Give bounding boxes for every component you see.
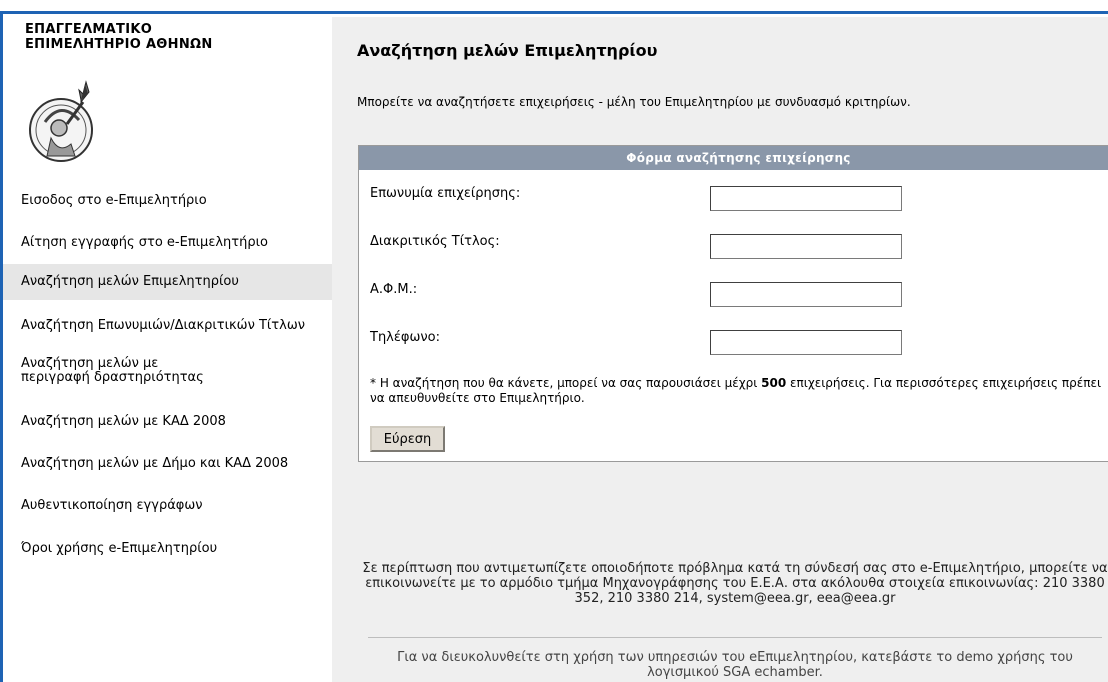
search-limit-note: * Η αναζήτηση που θα κάνετε, μπορεί να σ… — [370, 376, 1108, 406]
phone-input[interactable] — [710, 330, 902, 355]
afm-label: Α.Φ.Μ.: — [370, 282, 418, 297]
contact-info-text: Σε περίπτωση που αντιμετωπίζετε οποιοδήπ… — [362, 561, 1108, 606]
top-border — [0, 0, 1108, 14]
search-form: Φόρμα αναζήτησης επιχείρησης Επωνυμία επ… — [358, 145, 1108, 462]
note-limit-number: 500 — [761, 376, 787, 390]
sidebar-item-title-search[interactable]: Αναζήτηση Επωνυμιών/Διακριτικών Τίτλων — [3, 314, 332, 338]
sidebar-item-municipality-kad-search[interactable]: Αναζήτηση μελών με Δήμο και ΚΑΔ 2008 — [3, 452, 332, 476]
search-button[interactable]: Εύρεση — [370, 426, 445, 452]
form-header: Φόρμα αναζήτησης επιχείρησης — [359, 146, 1108, 170]
sidebar-item-activity-line2: περιγραφή δραστηριότητας — [21, 370, 204, 385]
sidebar-item-login[interactable]: Εισοδος στο e-Επιμελητήριο — [3, 189, 332, 213]
afm-input[interactable] — [710, 282, 902, 307]
athena-seal-icon — [29, 80, 93, 162]
sidebar-item-kad-search[interactable]: Αναζήτηση μελών με ΚΑΔ 2008 — [3, 410, 332, 434]
trade-title-input[interactable] — [710, 234, 902, 259]
page-title: Αναζήτηση μελών Επιμελητηρίου — [357, 41, 658, 60]
sidebar-item-terms[interactable]: Όροι χρήσης e-Επιμελητηρίου — [3, 537, 332, 561]
main-content: Αναζήτηση μελών Επιμελητηρίου Μπορείτε ν… — [332, 17, 1108, 682]
demo-info-text: Για να διευκολυνθείτε στη χρήση των υπηρ… — [397, 650, 1073, 680]
note-text-before: * Η αναζήτηση που θα κάνετε, μπορεί να σ… — [370, 376, 762, 390]
company-name-label: Επωνυμία επιχείρησης: — [370, 186, 521, 201]
sidebar-item-registration[interactable]: Αίτηση εγγραφής στο e-Επιμελητήριο — [3, 231, 332, 255]
sidebar-item-activity-line1: Αναζήτηση μελών με — [21, 356, 159, 371]
org-name-line1: ΕΠΑΓΓΕΛΜΑΤΙΚΟ — [25, 22, 153, 37]
intro-text: Μπορείτε να αναζητήσετε επιχειρήσεις - μ… — [357, 95, 911, 109]
sidebar-item-document-auth[interactable]: Αυθεντικοποίηση εγγράφων — [3, 494, 332, 518]
trade-title-label: Διακριτικός Τίτλος: — [370, 234, 500, 249]
org-name-line2: ΕΠΙΜΕΛΗΤΗΡΙΟ ΑΘΗΝΩΝ — [25, 37, 213, 52]
phone-label: Τηλέφωνο: — [370, 330, 440, 345]
company-name-input[interactable] — [710, 186, 902, 211]
footer-divider — [368, 637, 1102, 638]
sidebar: ΕΠΑΓΓΕΛΜΑΤΙΚΟ ΕΠΙΜΕΛΗΤΗΡΙΟ ΑΘΗΝΩΝ Εισοδο… — [3, 17, 332, 682]
sidebar-item-activity-search[interactable]: Αναζήτηση μελών με περιγραφή δραστηριότη… — [3, 357, 332, 389]
sidebar-item-member-search[interactable]: Αναζήτηση μελών Επιμελητηρίου — [3, 264, 332, 300]
org-name: ΕΠΑΓΓΕΛΜΑΤΙΚΟ ΕΠΙΜΕΛΗΤΗΡΙΟ ΑΘΗΝΩΝ — [25, 22, 213, 52]
